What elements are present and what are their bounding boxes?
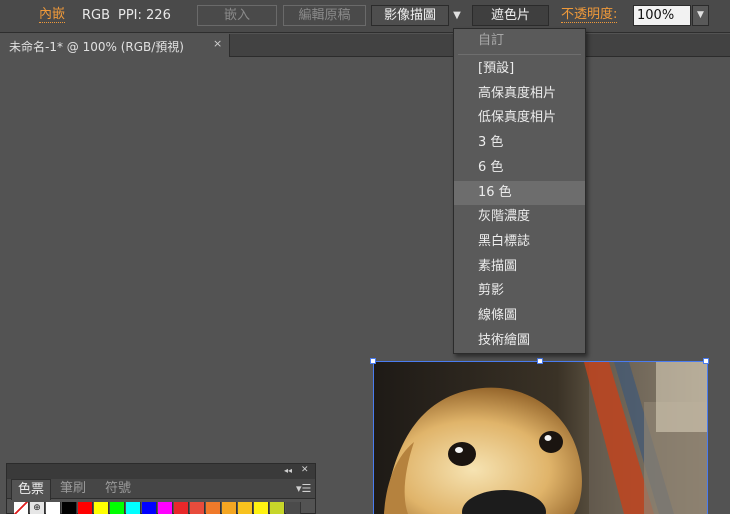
color-swatch[interactable] xyxy=(78,502,93,514)
trace-preset-menu: 自訂 [預設] 高保真度相片 低保真度相片 3 色 6 色 16 色 灰階濃度 … xyxy=(453,28,586,354)
color-swatch[interactable] xyxy=(206,502,221,514)
control-bar: 內嵌 RGB PPI: 226 嵌入 編輯原稿 影像描圖 ▼ 遮色片 不透明度:… xyxy=(0,0,730,33)
color-swatch[interactable] xyxy=(254,502,269,514)
color-swatch[interactable] xyxy=(286,502,301,514)
menu-item-sketched-art[interactable]: 素描圖 xyxy=(454,255,585,279)
tab-symbols[interactable]: 符號 xyxy=(99,479,137,499)
selection-handle-top-left[interactable] xyxy=(370,358,376,364)
menu-item-technical-drawing[interactable]: 技術繪圖 xyxy=(454,329,585,353)
registration-swatch[interactable]: ⊕ xyxy=(30,502,45,514)
close-icon[interactable]: × xyxy=(213,37,222,50)
selection-handle-top-center[interactable] xyxy=(537,358,543,364)
color-swatch[interactable] xyxy=(222,502,237,514)
menu-item-6-colors[interactable]: 6 色 xyxy=(454,156,585,180)
menu-item-shades-of-gray[interactable]: 灰階濃度 xyxy=(454,205,585,229)
menu-item-line-art[interactable]: 線條圖 xyxy=(454,304,585,328)
opacity-dropdown-arrow-icon[interactable]: ▼ xyxy=(692,5,709,26)
menu-item-black-and-white-logo[interactable]: 黑白標誌 xyxy=(454,230,585,254)
color-swatch[interactable] xyxy=(126,502,141,514)
selection-bounding-box[interactable] xyxy=(373,361,708,514)
opacity-label[interactable]: 不透明度: xyxy=(561,8,618,23)
trace-preset-dropdown-arrow-icon[interactable]: ▼ xyxy=(451,6,463,26)
tab-swatches[interactable]: 色票 xyxy=(11,479,52,500)
embed-button[interactable]: 嵌入 xyxy=(197,5,277,26)
menu-item-default[interactable]: [預設] xyxy=(454,57,585,81)
color-swatch[interactable] xyxy=(158,502,173,514)
menu-item-3-colors[interactable]: 3 色 xyxy=(454,131,585,155)
panel-menu-icon[interactable]: ▾☰ xyxy=(296,482,311,495)
panel-tab-bar: 色票 筆刷 符號 ▾☰ xyxy=(7,479,315,500)
color-swatch[interactable] xyxy=(190,502,205,514)
document-tab[interactable]: 未命名-1* @ 100% (RGB/預視) × xyxy=(0,34,230,57)
swatches-panel: ◂◂ ✕ 色票 筆刷 符號 ▾☰ ⊕ xyxy=(6,463,316,514)
menu-item-custom[interactable]: 自訂 xyxy=(454,29,585,53)
document-tab-title: 未命名-1* @ 100% (RGB/預視) xyxy=(9,40,184,54)
mask-button[interactable]: 遮色片 xyxy=(472,5,549,26)
tab-brushes[interactable]: 筆刷 xyxy=(54,479,92,499)
document-tab-bar: 未命名-1* @ 100% (RGB/預視) × xyxy=(0,34,730,57)
close-icon[interactable]: ✕ xyxy=(301,465,309,475)
edit-original-button[interactable]: 編輯原稿 xyxy=(283,5,366,26)
color-swatch[interactable] xyxy=(270,502,285,514)
none-swatch[interactable] xyxy=(14,502,29,514)
ppi-text: PPI: 226 xyxy=(118,8,171,23)
color-swatch[interactable] xyxy=(110,502,125,514)
collapse-panel-icon[interactable]: ◂◂ xyxy=(284,466,292,475)
embedded-link[interactable]: 內嵌 xyxy=(39,8,66,23)
color-swatch[interactable] xyxy=(62,502,77,514)
selection-handle-top-right[interactable] xyxy=(703,358,709,364)
color-swatch[interactable] xyxy=(238,502,253,514)
opacity-input[interactable]: 100% xyxy=(633,5,691,26)
menu-item-low-fidelity-photo[interactable]: 低保真度相片 xyxy=(454,106,585,130)
color-swatch[interactable] xyxy=(174,502,189,514)
color-swatch[interactable] xyxy=(142,502,157,514)
menu-item-high-fidelity-photo[interactable]: 高保真度相片 xyxy=(454,82,585,106)
image-trace-button[interactable]: 影像描圖 xyxy=(371,5,449,26)
menu-item-16-colors[interactable]: 16 色 xyxy=(454,181,585,205)
menu-separator xyxy=(458,54,581,55)
menu-item-silhouettes[interactable]: 剪影 xyxy=(454,279,585,303)
color-swatch[interactable] xyxy=(94,502,109,514)
color-swatch[interactable] xyxy=(46,502,61,514)
color-mode-text: RGB xyxy=(82,8,111,23)
panel-header[interactable]: ◂◂ ✕ xyxy=(7,464,315,479)
